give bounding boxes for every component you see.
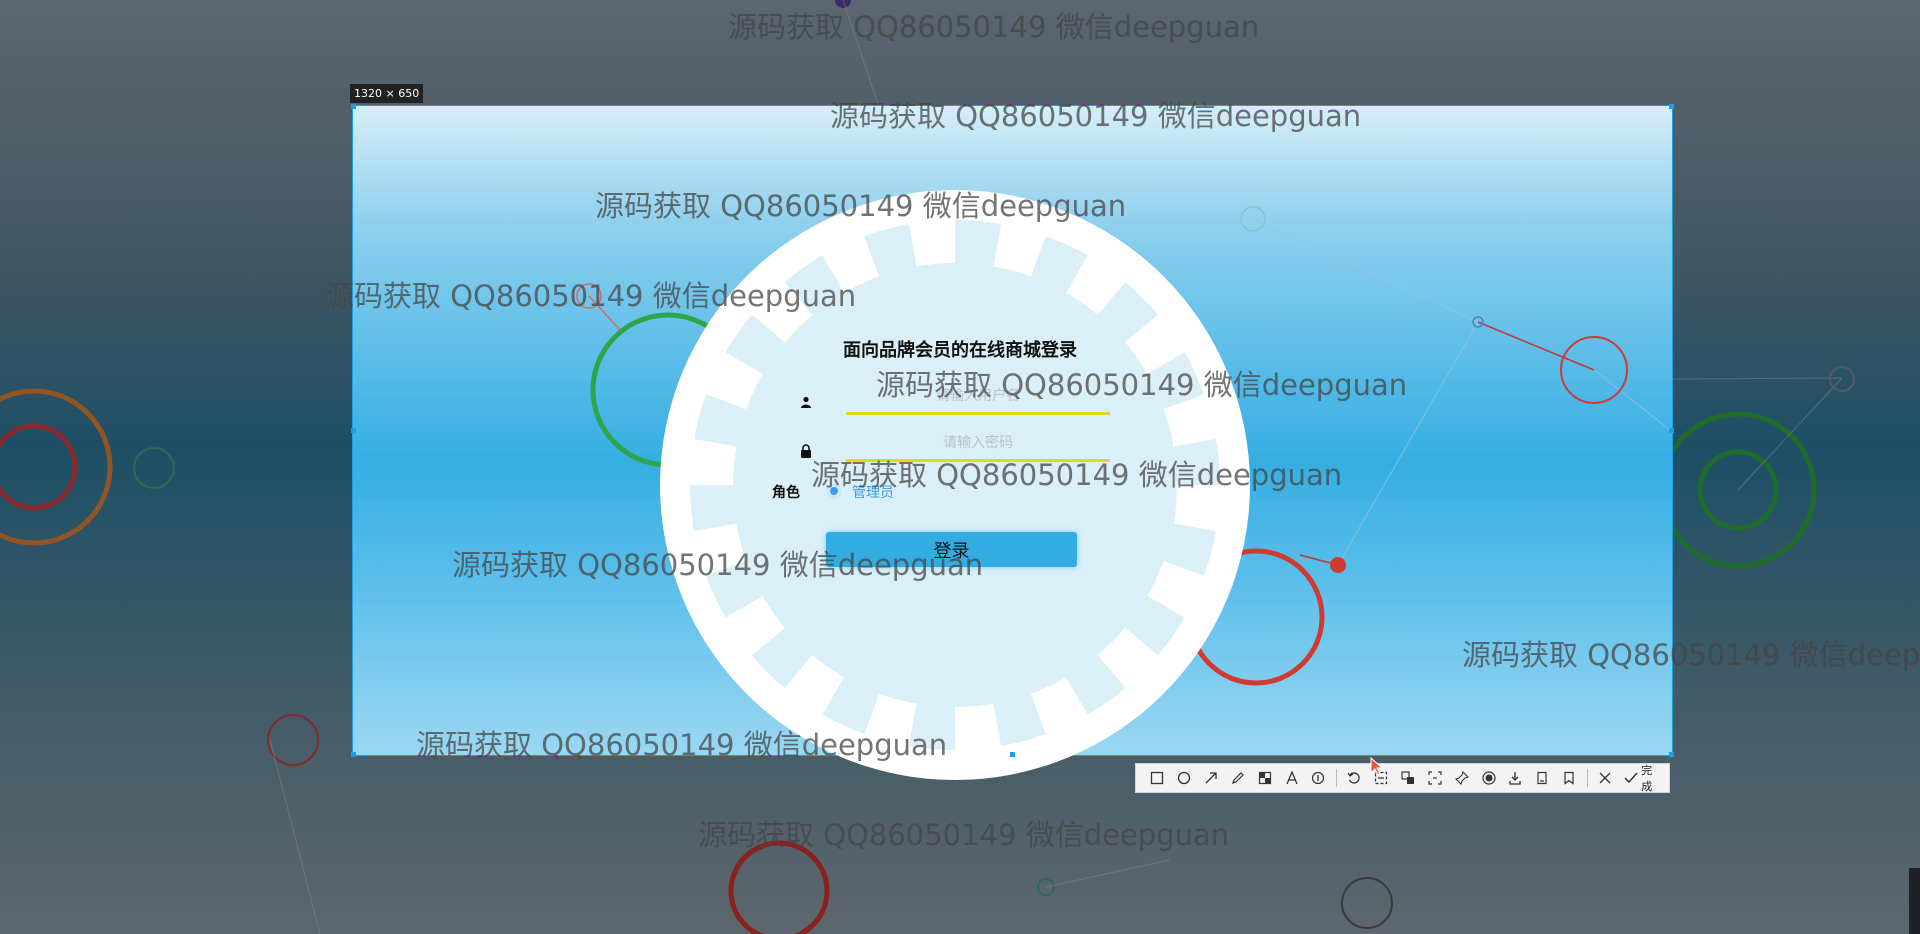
scroll-capture-icon[interactable] bbox=[1421, 764, 1448, 792]
edge-strip bbox=[1909, 868, 1920, 934]
text-icon[interactable] bbox=[1278, 764, 1305, 792]
mosaic-icon[interactable] bbox=[1251, 764, 1278, 792]
done-label: 完成 bbox=[1641, 764, 1653, 793]
watermark-text: 源码获取 QQ86050149 微信deepguan bbox=[830, 99, 1362, 133]
toolbar-divider bbox=[1586, 769, 1588, 787]
number-icon[interactable] bbox=[1305, 764, 1332, 792]
watermark-text: 源码获取 QQ86050149 微信deepguan bbox=[698, 818, 1230, 852]
watermark-text: 源码获取 QQ86050149 微信deepguan bbox=[1462, 638, 1920, 672]
arrow-icon[interactable] bbox=[1198, 764, 1225, 792]
download-icon[interactable] bbox=[1502, 764, 1529, 792]
save-icon[interactable] bbox=[1529, 764, 1556, 792]
mouse-cursor-icon bbox=[1370, 757, 1384, 776]
gear-tooth bbox=[955, 701, 1002, 753]
done-button[interactable]: 完成 bbox=[1618, 762, 1669, 794]
screenshot-toolbar: 完成 bbox=[1135, 763, 1670, 793]
close-icon[interactable] bbox=[1592, 764, 1619, 792]
watermark-text: 源码获取 QQ86050149 微信deepguan bbox=[416, 728, 948, 762]
gear-tooth bbox=[687, 438, 739, 485]
selection-handle[interactable] bbox=[351, 752, 356, 757]
user-icon bbox=[800, 396, 812, 412]
translate-icon[interactable] bbox=[1395, 764, 1422, 792]
watermark-text: 源码获取 QQ86050149 微信deepguan bbox=[876, 368, 1408, 402]
record-icon[interactable] bbox=[1475, 764, 1502, 792]
watermark-text: 源码获取 QQ86050149 微信deepguan bbox=[452, 548, 984, 582]
check-icon bbox=[1624, 772, 1638, 784]
login-title: 面向品牌会员的在线商城登录 bbox=[843, 340, 1077, 361]
watermark-text: 源码获取 QQ86050149 微信deepguan bbox=[811, 458, 1343, 492]
bookmark-icon[interactable] bbox=[1556, 764, 1583, 792]
watermark-text: 源码获取 QQ86050149 微信deepguan bbox=[728, 10, 1260, 44]
role-label: 角色 bbox=[772, 485, 800, 501]
selection-handle[interactable] bbox=[1010, 752, 1015, 757]
watermark-text: 源码获取 QQ86050149 微信deepguan bbox=[325, 279, 857, 313]
selection-handle[interactable] bbox=[1669, 428, 1674, 433]
toolbar-divider bbox=[1335, 769, 1337, 787]
pen-icon[interactable] bbox=[1225, 764, 1252, 792]
pin-icon[interactable] bbox=[1448, 764, 1475, 792]
selection-handle[interactable] bbox=[1669, 752, 1674, 757]
selection-handle[interactable] bbox=[351, 428, 356, 433]
undo-icon[interactable] bbox=[1341, 764, 1368, 792]
watermark-text: 源码获取 QQ86050149 微信deepguan bbox=[595, 189, 1127, 223]
selection-handle[interactable] bbox=[1669, 104, 1674, 109]
ellipse-icon[interactable] bbox=[1171, 764, 1198, 792]
rectangle-icon[interactable] bbox=[1144, 764, 1171, 792]
selection-handle[interactable] bbox=[351, 104, 356, 109]
